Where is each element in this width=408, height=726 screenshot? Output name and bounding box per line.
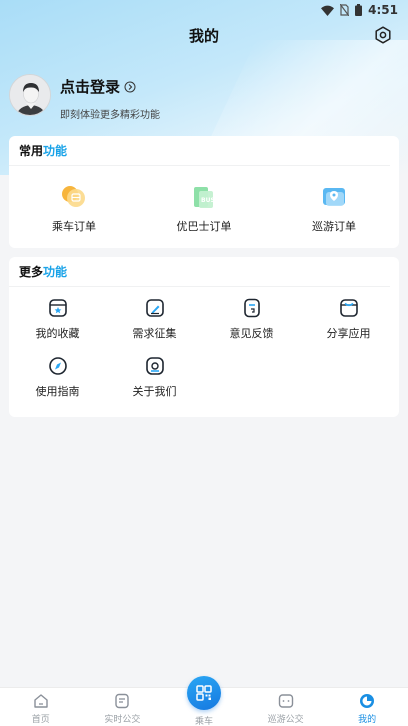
page-title: 我的 [188,26,219,45]
tour-bus-icon [277,692,295,710]
realtime-bus-icon [113,692,131,710]
tour-orders-button[interactable]: 巡游订单 [274,182,394,234]
user-guide-label: 使用指南 [35,385,80,398]
my-favorites-button[interactable]: 我的收藏 [9,297,106,341]
map-pin-icon [319,182,349,212]
feedback-label: 意见反馈 [229,327,274,340]
tab-tour-bus[interactable]: 巡游公交 [245,688,327,726]
tab-profile-label: 我的 [358,715,377,725]
home-icon [32,692,50,710]
profile-icon [358,692,376,710]
feedback-icon [241,297,263,319]
ride-orders-button[interactable]: 乘车订单 [14,182,134,234]
about-icon [144,355,166,377]
bottom-tab-bar: 首页 实时公交 乘车 巡游公交 我的 [0,676,408,726]
qr-code-icon[interactable] [186,676,221,710]
tab-ride-label: 乘车 [194,717,213,726]
login-link[interactable]: 点击登录 [60,76,120,97]
section-title: 常用 功能 [9,136,390,166]
tab-home-label: 首页 [31,715,50,725]
youbus-orders-label: 优巴士订单 [176,220,232,233]
bus-order-icon [59,182,89,212]
settings-gear-icon[interactable] [372,24,394,46]
login-subtitle: 即刻体验更多精彩功能 [60,110,160,121]
tab-home[interactable]: 首页 [0,688,82,726]
tab-realtime-bus-label: 实时公交 [104,715,141,725]
compass-icon [47,355,69,377]
share-app-button[interactable]: 分享应用 [300,297,397,341]
edit-icon [144,297,166,319]
share-icon [338,297,360,319]
feedback-button[interactable]: 意见反馈 [203,297,300,341]
my-favorites-label: 我的收藏 [35,327,80,340]
battery-icon [355,4,363,16]
tab-ride[interactable]: 乘车 [163,676,245,726]
about-us-label: 关于我们 [132,385,177,398]
ride-orders-label: 乘车订单 [52,220,96,233]
youbus-orders-button[interactable]: BUS 优巴士订单 [144,182,264,234]
more-functions-card: 更多 功能 我的收藏 需求征集 意见反馈 分享应用 使用指南 关于我们 [9,257,399,417]
about-us-button[interactable]: 关于我们 [106,355,203,399]
wifi-icon [321,5,335,16]
status-time: 4:51 [368,3,398,17]
demand-survey-button[interactable]: 需求征集 [106,297,203,341]
profile-section[interactable]: 点击登录 即刻体验更多精彩功能 [9,74,160,121]
user-guide-button[interactable]: 使用指南 [9,355,106,399]
star-box-icon [47,297,69,319]
tab-realtime-bus[interactable]: 实时公交 [82,688,164,726]
share-app-label: 分享应用 [326,327,371,340]
status-bar: 4:51 [0,0,408,20]
tab-tour-bus-label: 巡游公交 [267,715,304,725]
tab-profile[interactable]: 我的 [326,688,408,726]
top-bar: 我的 [0,20,408,50]
avatar[interactable] [9,74,51,116]
chevron-right-circle-icon[interactable] [124,81,136,93]
no-sim-icon [340,4,350,16]
demand-survey-label: 需求征集 [132,327,177,340]
section-title: 更多 功能 [9,257,390,287]
common-functions-card: 常用 功能 乘车订单 BUS 优巴士订单 巡游订单 [9,136,399,248]
bus-ticket-icon: BUS [189,182,219,212]
tour-orders-label: 巡游订单 [312,220,356,233]
svg-text:BUS: BUS [201,197,215,204]
